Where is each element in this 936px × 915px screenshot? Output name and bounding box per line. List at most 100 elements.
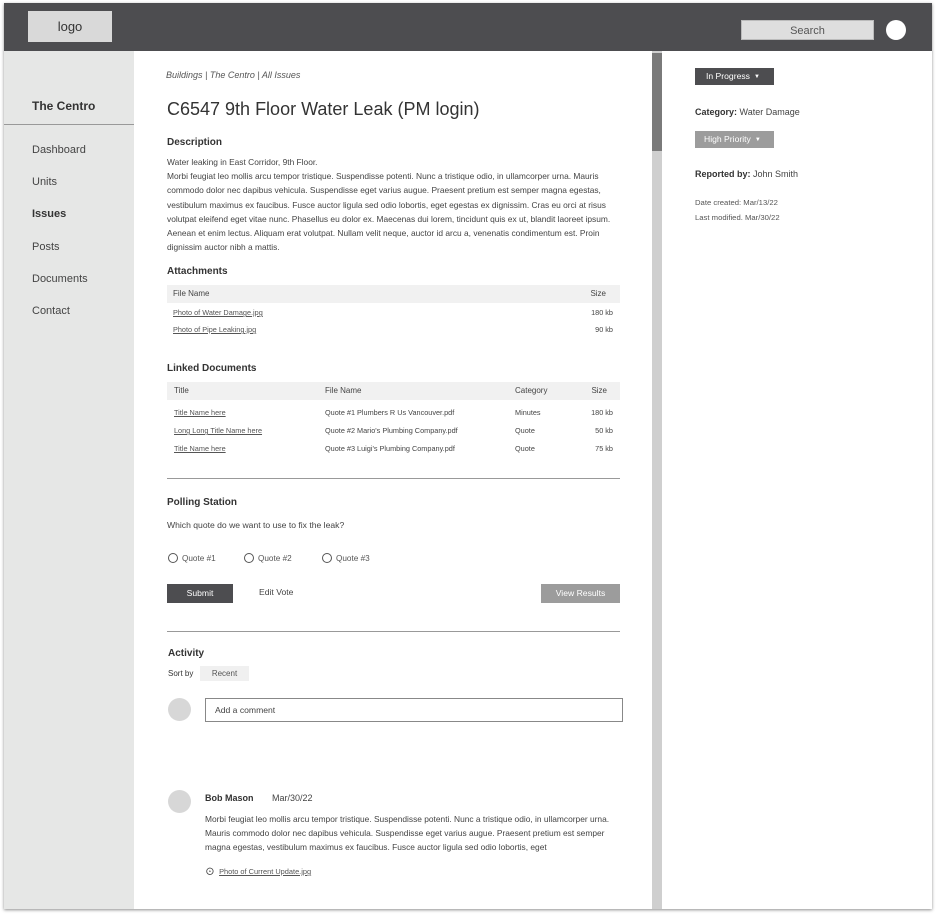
sidebar: The Centro Dashboard Units Issues Posts … <box>4 51 134 909</box>
attachment-size: 180 kb <box>591 308 613 317</box>
document-size: 180 kb <box>591 408 613 417</box>
section-divider <box>167 478 620 479</box>
attachment-link[interactable]: Photo of Pipe Leaking.jpg <box>173 321 256 339</box>
avatar <box>168 790 191 813</box>
radio-icon[interactable] <box>244 553 254 563</box>
column-title: Title <box>174 386 189 395</box>
attachments-heading: Attachments <box>167 266 228 277</box>
document-category: Quote <box>515 426 535 435</box>
attachments-table-header: File Name Size <box>167 285 620 303</box>
radio-icon[interactable] <box>168 553 178 563</box>
caret-down-icon: ▼ <box>754 137 761 143</box>
reported-by-info: Reported by: John Smith <box>695 169 798 179</box>
document-file: Quote #1 Plumbers R Us Vancouver.pdf <box>325 408 455 417</box>
description-line1: Water leaking in East Corridor, 9th Floo… <box>167 157 318 167</box>
sidebar-item-contact[interactable]: Contact <box>32 305 70 317</box>
document-category: Minutes <box>515 408 541 417</box>
comment-input[interactable]: Add a comment <box>205 698 623 722</box>
linked-documents-heading: Linked Documents <box>167 363 257 374</box>
sidebar-item-issues[interactable]: Issues <box>32 208 66 220</box>
issue-details-panel: In Progress ▼ Category: Water Damage High… <box>662 51 932 909</box>
activity-heading: Activity <box>168 648 205 659</box>
comment-body: Morbi feugiat leo mollis arcu tempor tri… <box>205 814 610 853</box>
radio-icon[interactable] <box>322 553 332 563</box>
avatar <box>168 698 191 721</box>
comment-attachment[interactable]: ⊙ Photo of Current Update.jpg <box>202 864 311 880</box>
poll-option-label: Quote #2 <box>258 554 292 563</box>
reported-label: Reported by: <box>695 169 751 179</box>
document-size: 50 kb <box>595 426 613 435</box>
description-text: Water leaking in East Corridor, 9th Floo… <box>167 155 617 254</box>
sidebar-item-dashboard[interactable]: Dashboard <box>32 144 86 156</box>
section-divider <box>167 631 620 632</box>
document-title-link[interactable]: Title Name here <box>174 440 226 458</box>
column-size: Size <box>590 289 606 298</box>
paperclip-icon: ⊙ <box>202 864 218 880</box>
description-heading: Description <box>167 137 223 148</box>
scrollbar-thumb[interactable] <box>652 53 662 151</box>
date-created-value: Mar/13/22 <box>743 198 778 207</box>
description-body: Morbi feugiat leo mollis arcu tempor tri… <box>167 171 611 253</box>
comment-author: Bob Mason <box>205 793 254 803</box>
document-file: Quote #2 Mario's Plumbing Company.pdf <box>325 426 458 435</box>
page-title: C6547 9th Floor Water Leak (PM login) <box>167 99 480 119</box>
caret-down-icon: ▼ <box>753 74 760 80</box>
scrollbar-track[interactable] <box>652 51 662 909</box>
breadcrumb[interactable]: Buildings | The Centro | All Issues <box>166 70 300 80</box>
table-row: Title Name here Quote #1 Plumbers R Us V… <box>167 404 620 422</box>
building-name: The Centro <box>32 99 96 113</box>
category-value: Water Damage <box>739 107 800 117</box>
submit-button[interactable]: Submit <box>167 584 233 603</box>
category-info: Category: Water Damage <box>695 107 800 117</box>
last-modified-value: Mar/30/22 <box>745 213 780 222</box>
app-window: logo Search The Centro Dashboard Units I… <box>4 3 932 909</box>
comment-date: Mar/30/22 <box>272 793 313 803</box>
document-title-link[interactable]: Long Long Title Name here <box>174 422 262 440</box>
poll-option-2[interactable]: Quote #2 <box>244 553 292 563</box>
priority-value: High Priority <box>704 134 751 144</box>
reported-value: John Smith <box>753 169 799 179</box>
top-bar: logo Search <box>4 3 932 51</box>
column-file-name: File Name <box>325 386 362 395</box>
attachment-link[interactable]: Photo of Water Damage.jpg <box>173 304 263 322</box>
sort-label: Sort by <box>168 669 194 678</box>
attachment-size: 90 kb <box>595 325 613 334</box>
priority-dropdown[interactable]: High Priority ▼ <box>695 131 774 148</box>
search-input[interactable]: Search <box>741 20 874 40</box>
sort-select[interactable]: Recent <box>200 666 249 681</box>
document-size: 75 kb <box>595 444 613 453</box>
table-row: Photo of Pipe Leaking.jpg 90 kb <box>167 321 620 339</box>
column-size: Size <box>591 386 607 395</box>
date-created-label: Date created: <box>695 198 742 207</box>
user-avatar[interactable] <box>886 20 906 40</box>
status-value: In Progress <box>706 71 750 81</box>
column-category: Category <box>515 386 548 395</box>
document-category: Quote <box>515 444 535 453</box>
edit-vote-button[interactable]: Edit Vote <box>259 587 293 597</box>
date-created: Date created: Mar/13/22 <box>695 198 778 207</box>
poll-option-3[interactable]: Quote #3 <box>322 553 370 563</box>
last-modified-label: Last modified. <box>695 213 743 222</box>
sidebar-item-units[interactable]: Units <box>32 176 57 188</box>
logo[interactable]: logo <box>28 11 112 42</box>
table-row: Title Name here Quote #3 Luigi's Plumbin… <box>167 440 620 458</box>
poll-option-1[interactable]: Quote #1 <box>168 553 216 563</box>
view-results-button[interactable]: View Results <box>541 584 620 603</box>
last-modified: Last modified. Mar/30/22 <box>695 213 780 222</box>
main-content: Buildings | The Centro | All Issues C654… <box>134 51 652 909</box>
document-title-link[interactable]: Title Name here <box>174 404 226 422</box>
attachment-link[interactable]: Photo of Current Update.jpg <box>219 867 311 876</box>
column-file-name: File Name <box>173 289 210 298</box>
poll-option-label: Quote #3 <box>336 554 370 563</box>
polling-heading: Polling Station <box>167 497 237 508</box>
status-dropdown[interactable]: In Progress ▼ <box>695 68 774 85</box>
sidebar-divider <box>4 124 134 125</box>
poll-question: Which quote do we want to use to fix the… <box>167 520 345 530</box>
category-label: Category: <box>695 107 738 117</box>
table-row: Long Long Title Name here Quote #2 Mario… <box>167 422 620 440</box>
table-row: Photo of Water Damage.jpg 180 kb <box>167 304 620 322</box>
sidebar-item-posts[interactable]: Posts <box>32 241 60 253</box>
document-file: Quote #3 Luigi's Plumbing Company.pdf <box>325 444 455 453</box>
poll-option-label: Quote #1 <box>182 554 216 563</box>
sidebar-item-documents[interactable]: Documents <box>32 273 88 285</box>
